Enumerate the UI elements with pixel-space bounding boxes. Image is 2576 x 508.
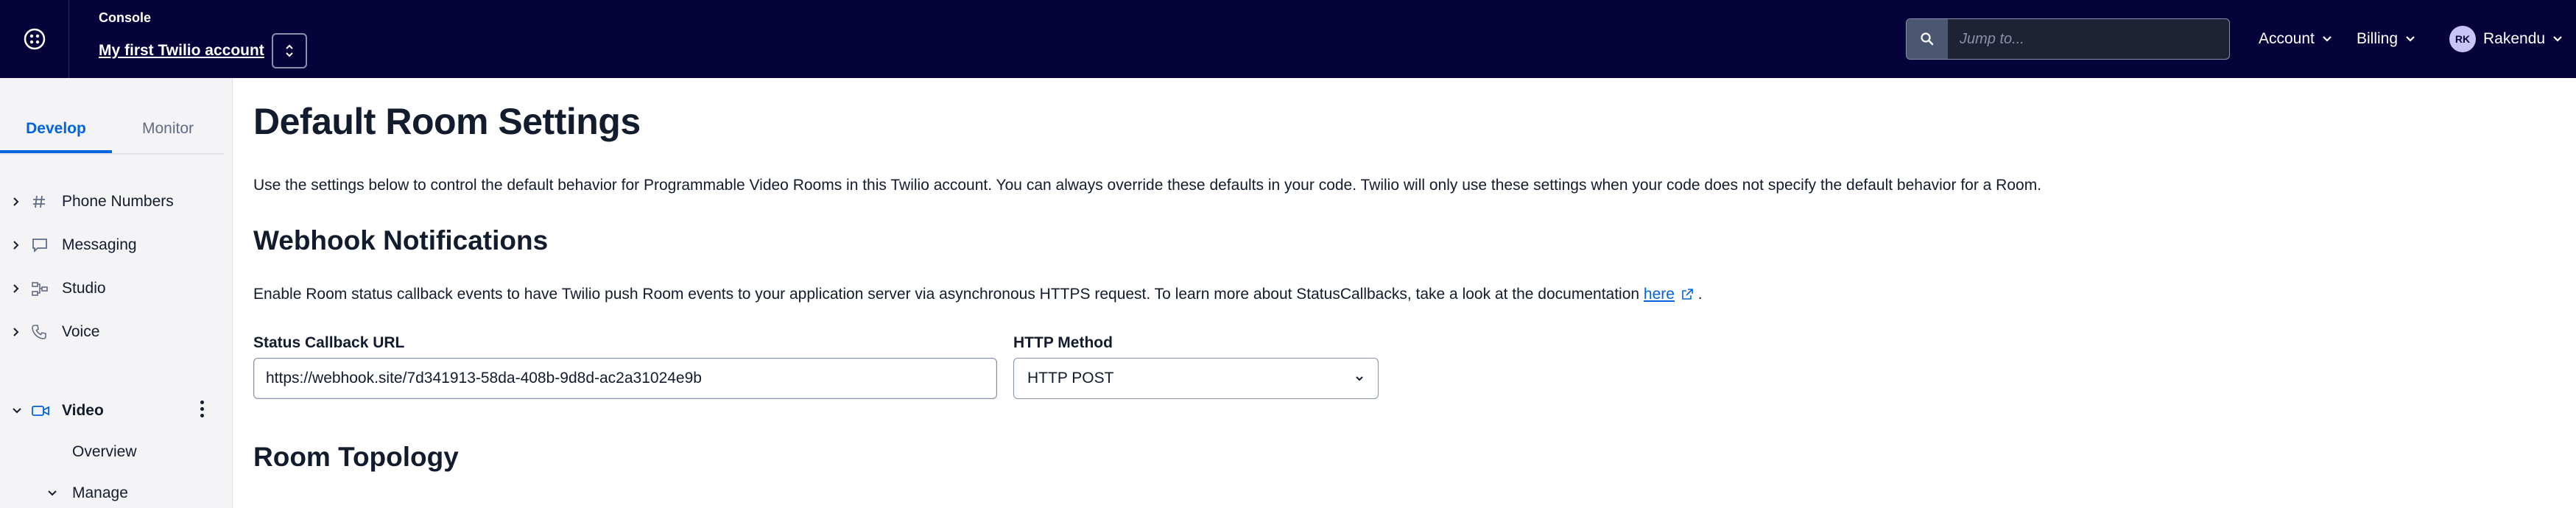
tab-develop[interactable]: Develop	[0, 107, 112, 153]
sidebar-item-voice[interactable]: Voice	[0, 316, 233, 348]
search-icon	[1921, 32, 1934, 46]
sidebar-item-overview[interactable]: Overview	[72, 443, 137, 461]
account-switcher: Console My first Twilio account	[69, 0, 307, 78]
sidebar-item-studio[interactable]: Studio	[0, 272, 233, 305]
chevron-down-icon	[13, 408, 21, 414]
switch-account-button[interactable]	[271, 32, 307, 68]
more-options-icon[interactable]	[200, 401, 204, 417]
page-title: Default Room Settings	[253, 101, 641, 142]
flow-icon	[32, 282, 48, 296]
chevron-right-icon	[13, 328, 19, 336]
sidebar-item-label: Messaging	[62, 236, 137, 253]
sidebar: Develop Monitor Phone Numbers Messaging …	[0, 78, 233, 508]
jump-to-search	[1906, 18, 2230, 60]
sidebar-item-manage[interactable]: Manage	[47, 484, 128, 502]
hash-icon	[33, 195, 45, 208]
video-icon	[32, 406, 49, 416]
status-callback-url-input[interactable]	[253, 358, 997, 399]
account-name-link[interactable]: My first Twilio account	[99, 42, 264, 60]
sidebar-item-phone-numbers[interactable]: Phone Numbers	[0, 186, 233, 218]
top-bar: Console My first Twilio account Account	[0, 0, 2576, 78]
external-link-icon	[1682, 289, 1693, 300]
sidebar-item-label: Video	[62, 402, 104, 419]
chevron-down-icon	[1356, 376, 1363, 381]
chevron-right-icon	[13, 197, 19, 206]
room-topology-heading: Room Topology	[253, 442, 459, 472]
sidebar-item-label: Studio	[62, 280, 106, 297]
status-callback-label: Status Callback URL	[253, 334, 405, 351]
grid-icon	[24, 28, 45, 50]
webhook-text: Enable Room status callback events to ha…	[253, 286, 1640, 303]
sidebar-item-video[interactable]: Video	[0, 395, 233, 427]
user-name: Rakendu	[2483, 30, 2546, 47]
webhook-description: Enable Room status callback events to ha…	[253, 286, 1703, 303]
documentation-link[interactable]: here	[1644, 286, 1675, 303]
chevron-up-down-icon	[286, 44, 293, 57]
chevron-down-icon	[2323, 36, 2332, 42]
app-launcher-button[interactable]	[0, 0, 69, 78]
chevron-down-icon	[48, 490, 57, 496]
chat-icon	[32, 239, 47, 253]
http-method-label: HTTP Method	[1013, 334, 1113, 351]
billing-menu[interactable]: Billing	[2357, 0, 2415, 78]
main-content: Default Room Settings Use the settings b…	[253, 78, 2558, 508]
console-label: Console	[99, 10, 152, 25]
sidebar-tabs: Develop Monitor	[0, 107, 224, 155]
avatar: RK	[2449, 26, 2476, 52]
sidebar-item-messaging[interactable]: Messaging	[0, 229, 233, 261]
search-input[interactable]	[1948, 19, 2229, 59]
sidebar-item-label: Voice	[62, 323, 100, 340]
search-button[interactable]	[1907, 19, 1948, 59]
webhook-period: .	[1697, 286, 1703, 303]
http-method-value: HTTP POST	[1027, 370, 1114, 387]
webhook-heading: Webhook Notifications	[253, 225, 549, 255]
user-menu[interactable]: RK Rakendu	[2449, 0, 2563, 78]
billing-menu-label: Billing	[2357, 30, 2399, 47]
chevron-right-icon	[13, 284, 19, 293]
account-menu-label: Account	[2259, 30, 2315, 47]
tab-monitor[interactable]: Monitor	[112, 107, 224, 153]
chevron-right-icon	[13, 241, 19, 250]
http-method-select[interactable]: HTTP POST	[1013, 358, 1379, 399]
sidebar-item-label: Manage	[72, 484, 128, 501]
chevron-down-icon	[2553, 36, 2562, 42]
chevron-down-icon	[2406, 36, 2415, 42]
phone-icon	[32, 325, 46, 339]
sidebar-item-label: Phone Numbers	[62, 193, 174, 210]
account-menu[interactable]: Account	[2259, 0, 2332, 78]
intro-text: Use the settings below to control the de…	[253, 177, 2042, 194]
